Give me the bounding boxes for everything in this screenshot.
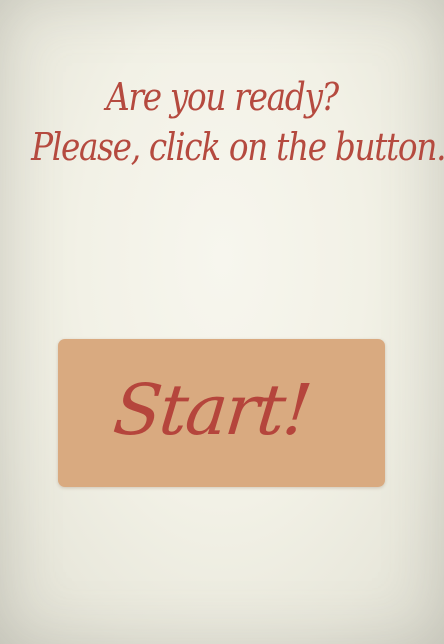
start-button[interactable]: Start! (58, 339, 385, 487)
start-button-label: Start! (109, 369, 314, 451)
prompt-line-instruction: Please, click on the button... (31, 125, 444, 169)
prompt-heading: Are you ready? Please, click on the butt… (31, 72, 444, 172)
prompt-line-ready: Are you ready? (106, 75, 339, 119)
